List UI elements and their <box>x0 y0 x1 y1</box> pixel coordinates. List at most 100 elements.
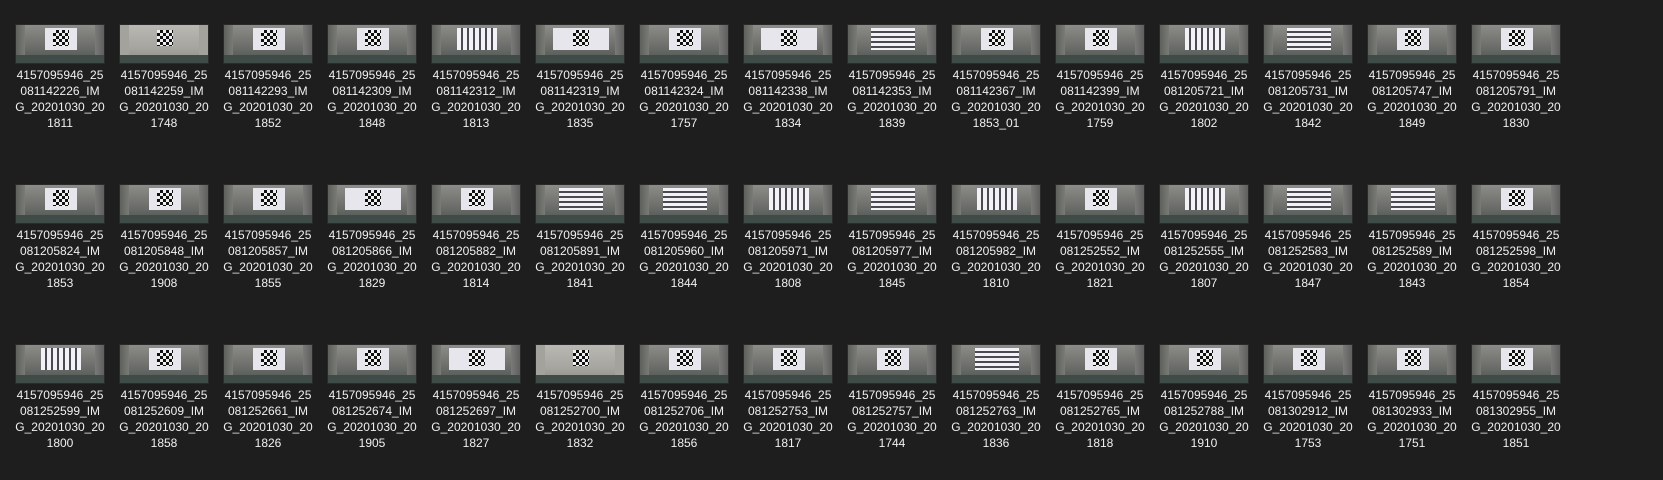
file-thumbnail[interactable] <box>1159 184 1249 224</box>
file-name-line: G_20201030_20 <box>847 260 937 274</box>
file-thumbnail[interactable] <box>847 184 937 224</box>
file-item[interactable]: 4157095946_25 081252706_IM G_20201030_20 18… <box>632 344 736 451</box>
file-item[interactable]: 4157095946_25 081205791_IM G_20201030_20 18… <box>1464 24 1568 131</box>
file-thumbnail[interactable] <box>327 24 417 64</box>
file-item[interactable]: 4157095946_25 081142319_IM G_20201030_20 18… <box>528 24 632 131</box>
file-thumbnail[interactable] <box>1263 344 1353 384</box>
file-thumbnail[interactable] <box>223 24 313 64</box>
file-item[interactable]: 4157095946_25 081142399_IM G_20201030_20 17… <box>1048 24 1152 131</box>
file-item[interactable]: 4157095946_25 081142226_IM G_20201030_20 18… <box>8 24 112 131</box>
file-name-line: G_20201030_20 <box>847 100 937 114</box>
file-item[interactable]: 4157095946_25 081252697_IM G_20201030_20 18… <box>424 344 528 451</box>
file-thumbnail[interactable] <box>15 344 105 384</box>
file-thumbnail[interactable] <box>1263 24 1353 64</box>
file-thumbnail[interactable] <box>535 344 625 384</box>
file-item[interactable]: 4157095946_25 081142324_IM G_20201030_20 17… <box>632 24 736 131</box>
file-thumbnail[interactable] <box>223 344 313 384</box>
file-thumbnail[interactable] <box>847 344 937 384</box>
file-item[interactable]: 4157095946_25 081205882_IM G_20201030_20 18… <box>424 184 528 291</box>
file-item[interactable]: 4157095946_25 081302933_IM G_20201030_20 17… <box>1360 344 1464 451</box>
file-item[interactable]: 4157095946_25 081252555_IM G_20201030_20 18… <box>1152 184 1256 291</box>
file-item[interactable]: 4157095946_25 081142293_IM G_20201030_20 18… <box>216 24 320 131</box>
file-item[interactable]: 4157095946_25 081302955_IM G_20201030_20 18… <box>1464 344 1568 451</box>
file-item[interactable]: 4157095946_25 081205866_IM G_20201030_20 18… <box>320 184 424 291</box>
file-name-line: 4157095946_25 <box>1056 68 1144 82</box>
file-thumbnail[interactable] <box>847 24 937 64</box>
file-item[interactable]: 4157095946_25 081205857_IM G_20201030_20 18… <box>216 184 320 291</box>
file-item[interactable]: 4157095946_25 081252753_IM G_20201030_20 18… <box>736 344 840 451</box>
file-thumbnail[interactable] <box>1471 184 1561 224</box>
file-item[interactable]: 4157095946_25 081252552_IM G_20201030_20 18… <box>1048 184 1152 291</box>
file-item[interactable]: 4157095946_25 081205747_IM G_20201030_20 18… <box>1360 24 1464 131</box>
file-thumbnail[interactable] <box>15 24 105 64</box>
file-item[interactable]: 4157095946_25 081142367_IM G_20201030_20 18… <box>944 24 1048 131</box>
file-item[interactable]: 4157095946_25 081142353_IM G_20201030_20 18… <box>840 24 944 131</box>
file-thumbnail[interactable] <box>639 344 729 384</box>
file-item[interactable]: 4157095946_25 081252589_IM G_20201030_20 18… <box>1360 184 1464 291</box>
file-item[interactable]: 4157095946_25 081252599_IM G_20201030_20 18… <box>8 344 112 451</box>
file-name-line: 081252788_IM <box>1163 404 1245 418</box>
file-thumbnail[interactable] <box>1159 344 1249 384</box>
file-item[interactable]: 4157095946_25 081252583_IM G_20201030_20 18… <box>1256 184 1360 291</box>
file-item[interactable]: 4157095946_25 081205982_IM G_20201030_20 18… <box>944 184 1048 291</box>
file-thumbnail[interactable] <box>951 184 1041 224</box>
file-thumbnail[interactable] <box>15 184 105 224</box>
file-item[interactable]: 4157095946_25 081142312_IM G_20201030_20 18… <box>424 24 528 131</box>
file-thumbnail[interactable] <box>1367 184 1457 224</box>
file-item[interactable]: 4157095946_25 081205848_IM G_20201030_20 19… <box>112 184 216 291</box>
file-item[interactable]: 4157095946_25 081142338_IM G_20201030_20 18… <box>736 24 840 131</box>
file-thumbnail[interactable] <box>1471 24 1561 64</box>
file-thumbnail[interactable] <box>119 24 209 64</box>
file-thumbnail[interactable] <box>1055 344 1145 384</box>
file-thumbnail[interactable] <box>743 24 833 64</box>
file-item[interactable]: 4157095946_25 081252763_IM G_20201030_20 18… <box>944 344 1048 451</box>
file-name-line: 1827 <box>462 436 490 450</box>
file-name-line: 1856 <box>670 436 698 450</box>
file-thumbnail[interactable] <box>431 184 521 224</box>
file-thumbnail[interactable] <box>431 344 521 384</box>
file-item[interactable]: 4157095946_25 081205977_IM G_20201030_20 18… <box>840 184 944 291</box>
file-thumbnail[interactable] <box>119 344 209 384</box>
file-item[interactable]: 4157095946_25 081302912_IM G_20201030_20 17… <box>1256 344 1360 451</box>
file-thumbnail[interactable] <box>119 184 209 224</box>
file-thumbnail[interactable] <box>1367 344 1457 384</box>
file-thumbnail[interactable] <box>951 344 1041 384</box>
file-thumbnail[interactable] <box>639 184 729 224</box>
file-item[interactable]: 4157095946_25 081252609_IM G_20201030_20 18… <box>112 344 216 451</box>
file-thumbnail[interactable] <box>1159 24 1249 64</box>
file-thumbnail[interactable] <box>1263 184 1353 224</box>
file-item[interactable]: 4157095946_25 081205891_IM G_20201030_20 18… <box>528 184 632 291</box>
file-item[interactable]: 4157095946_25 081252765_IM G_20201030_20 18… <box>1048 344 1152 451</box>
file-thumbnail[interactable] <box>1055 184 1145 224</box>
file-thumbnail[interactable] <box>223 184 313 224</box>
file-item[interactable]: 4157095946_25 081205960_IM G_20201030_20 18… <box>632 184 736 291</box>
file-item[interactable]: 4157095946_25 081205824_IM G_20201030_20 18… <box>8 184 112 291</box>
file-item[interactable]: 4157095946_25 081252788_IM G_20201030_20 19… <box>1152 344 1256 451</box>
file-thumbnail[interactable] <box>743 344 833 384</box>
file-item[interactable]: 4157095946_25 081252757_IM G_20201030_20 17… <box>840 344 944 451</box>
file-thumbnail[interactable] <box>951 24 1041 64</box>
file-item[interactable]: 4157095946_25 081252700_IM G_20201030_20 18… <box>528 344 632 451</box>
file-item[interactable]: 4157095946_25 081205971_IM G_20201030_20 18… <box>736 184 840 291</box>
file-item[interactable]: 4157095946_25 081142259_IM G_20201030_20 17… <box>112 24 216 131</box>
file-item[interactable]: 4157095946_25 081252661_IM G_20201030_20 18… <box>216 344 320 451</box>
file-thumbnail[interactable] <box>1471 344 1561 384</box>
file-name-line: 4157095946_25 <box>952 388 1040 402</box>
file-item[interactable]: 4157095946_25 081252674_IM G_20201030_20 19… <box>320 344 424 451</box>
file-thumbnail[interactable] <box>1367 24 1457 64</box>
file-item[interactable]: 4157095946_25 081252598_IM G_20201030_20 18… <box>1464 184 1568 291</box>
file-name-line: G_20201030_20 <box>431 420 521 434</box>
file-item[interactable]: 4157095946_25 081205731_IM G_20201030_20 18… <box>1256 24 1360 131</box>
file-thumbnail[interactable] <box>639 24 729 64</box>
file-item[interactable]: 4157095946_25 081205721_IM G_20201030_20 18… <box>1152 24 1256 131</box>
file-thumbnail[interactable] <box>327 184 417 224</box>
file-thumbnail[interactable] <box>535 24 625 64</box>
file-name-label: 4157095946_25 081302912_IM G_20201030_20 17… <box>1256 387 1360 451</box>
file-thumbnail[interactable] <box>535 184 625 224</box>
file-thumbnail[interactable] <box>1055 24 1145 64</box>
file-thumbnail[interactable] <box>431 24 521 64</box>
file-thumbnail[interactable] <box>743 184 833 224</box>
file-thumbnail[interactable] <box>327 344 417 384</box>
file-name-line: 1802 <box>1190 116 1218 130</box>
file-item[interactable]: 4157095946_25 081142309_IM G_20201030_20 18… <box>320 24 424 131</box>
